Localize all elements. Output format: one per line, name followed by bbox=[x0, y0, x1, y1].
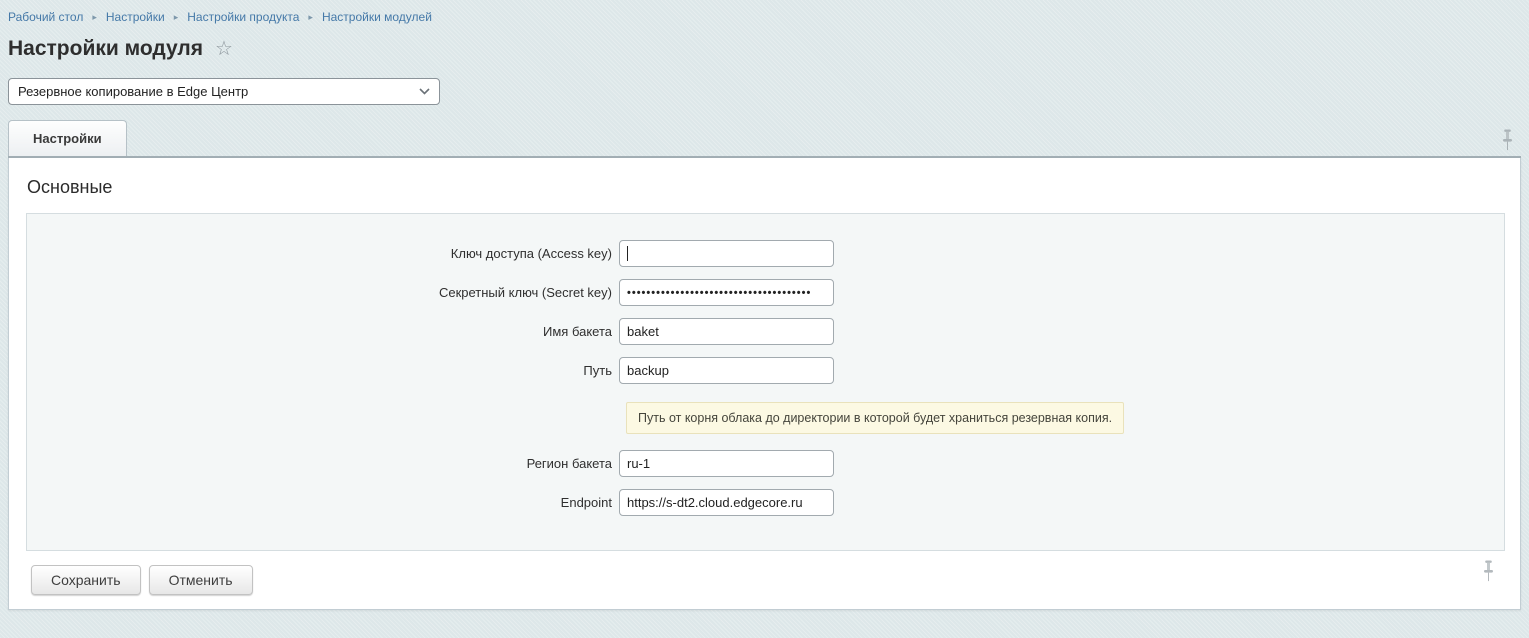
module-select[interactable]: Резервное копирование в Edge Центр bbox=[8, 78, 440, 105]
form-row-bucket-region: Регион бакета bbox=[27, 450, 1504, 477]
bucket-name-input[interactable] bbox=[619, 318, 834, 345]
save-button[interactable]: Сохранить bbox=[31, 565, 141, 595]
path-label: Путь bbox=[583, 363, 612, 378]
page: Рабочий стол ▸ Настройки ▸ Настройки про… bbox=[0, 0, 1529, 610]
settings-panel: Основные Ключ доступа (Access key) Секре… bbox=[8, 158, 1521, 610]
pin-icon[interactable] bbox=[1481, 560, 1496, 587]
pin-icon[interactable] bbox=[1500, 129, 1515, 156]
breadcrumb-link-module-settings[interactable]: Настройки модулей bbox=[322, 10, 432, 24]
secret-key-label: Секретный ключ (Secret key) bbox=[438, 285, 612, 300]
text-cursor bbox=[627, 246, 628, 261]
bucket-region-label: Регион бакета bbox=[526, 456, 612, 471]
path-hint: Путь от корня облака до директории в кот… bbox=[626, 402, 1125, 434]
form-row-bucket-name: Имя бакета bbox=[27, 318, 1504, 345]
breadcrumb-arrow-icon: ▸ bbox=[173, 12, 179, 22]
breadcrumb-arrow-icon: ▸ bbox=[92, 12, 97, 22]
section-heading: Основные bbox=[27, 177, 113, 197]
secret-key-input[interactable] bbox=[619, 279, 834, 306]
form-row-endpoint: Endpoint bbox=[27, 489, 1504, 516]
tab-strip: Настройки bbox=[8, 120, 1521, 158]
path-input[interactable] bbox=[619, 357, 834, 384]
bucket-name-label: Имя бакета bbox=[543, 324, 612, 339]
form-row-path: Путь bbox=[27, 357, 1504, 384]
favorite-star-icon[interactable]: ☆ bbox=[215, 39, 233, 59]
cancel-button[interactable]: Отменить bbox=[148, 565, 253, 595]
title-row: Настройки модуля ☆ bbox=[8, 37, 1521, 61]
endpoint-input[interactable] bbox=[619, 489, 834, 516]
module-select-value: Резервное копирование в Edge Центр bbox=[18, 84, 249, 99]
tab-settings-label: Настройки bbox=[33, 131, 102, 146]
form-row-access-key: Ключ доступа (Access key) bbox=[27, 240, 1504, 267]
settings-form: Ключ доступа (Access key) Секретный ключ… bbox=[26, 213, 1505, 551]
breadcrumb: Рабочий стол ▸ Настройки ▸ Настройки про… bbox=[8, 0, 1521, 24]
page-title: Настройки модуля bbox=[8, 37, 204, 60]
bucket-region-input[interactable] bbox=[619, 450, 834, 477]
breadcrumb-link-product-settings[interactable]: Настройки продукта bbox=[187, 10, 299, 24]
endpoint-label: Endpoint bbox=[560, 495, 612, 510]
form-row-secret-key: Секретный ключ (Secret key) bbox=[27, 279, 1504, 306]
chevron-down-icon bbox=[419, 88, 430, 95]
hint-row: Путь от корня облака до директории в кот… bbox=[626, 402, 1504, 434]
button-bar: Сохранить Отменить bbox=[31, 565, 1520, 595]
breadcrumb-link-desktop[interactable]: Рабочий стол bbox=[8, 10, 83, 24]
tab-settings[interactable]: Настройки bbox=[8, 120, 127, 156]
breadcrumb-link-settings[interactable]: Настройки bbox=[106, 10, 165, 24]
access-key-label: Ключ доступа (Access key) bbox=[450, 246, 612, 261]
breadcrumb-arrow-icon: ▸ bbox=[308, 12, 313, 22]
access-key-input[interactable] bbox=[619, 240, 834, 267]
